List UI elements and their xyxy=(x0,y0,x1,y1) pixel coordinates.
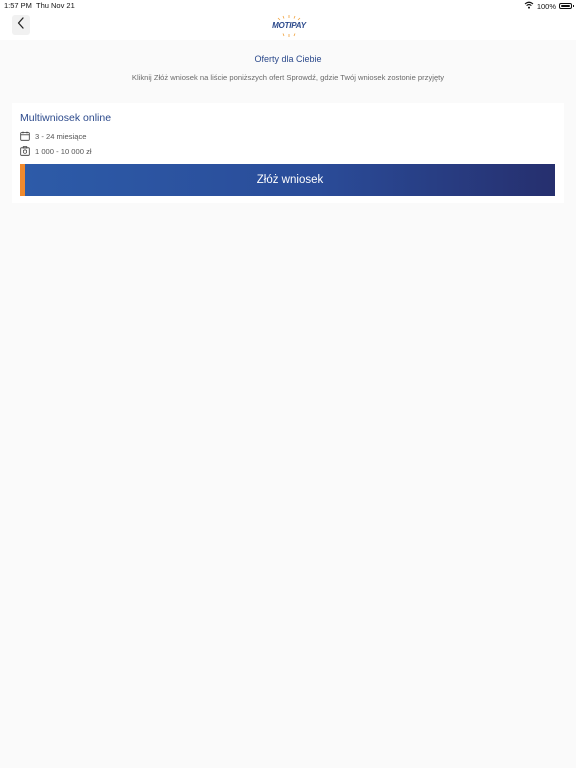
money-icon xyxy=(20,146,30,156)
status-bar: 1:57 PM Thu Nov 21 100% xyxy=(0,0,576,12)
wifi-icon xyxy=(524,1,534,11)
offer-amount: 1 000 - 10 000 zł xyxy=(35,146,92,156)
offer-period: 3 - 24 miesiące xyxy=(35,131,87,141)
motipay-logo: MOTIPAY xyxy=(270,14,308,38)
status-time: 1:57 PM xyxy=(4,1,32,10)
battery-icon xyxy=(559,3,574,9)
status-date: Thu Nov 21 xyxy=(36,1,75,10)
chevron-left-icon xyxy=(17,16,25,34)
logo-text: MOTIPAY xyxy=(272,21,306,30)
battery-percent: 100% xyxy=(536,1,556,11)
apply-button[interactable]: Złóż wniosek xyxy=(20,164,555,196)
offer-title: Multiwniosek online xyxy=(20,112,112,124)
offer-period-row: 3 - 24 miesiące xyxy=(20,131,87,141)
status-indicators: 100% xyxy=(524,1,574,11)
back-button[interactable] xyxy=(12,15,30,35)
page-title: Oferty dla Ciebie xyxy=(254,54,322,64)
offer-amount-row: 1 000 - 10 000 zł xyxy=(20,146,92,156)
page-subtitle: Kliknij Złóż wniosek na liście poniższyc… xyxy=(131,73,445,82)
app-header: MOTIPAY xyxy=(0,12,576,40)
calendar-icon xyxy=(20,131,30,141)
offer-card: Multiwniosek online 3 - 24 miesiące 1 00… xyxy=(12,103,564,203)
